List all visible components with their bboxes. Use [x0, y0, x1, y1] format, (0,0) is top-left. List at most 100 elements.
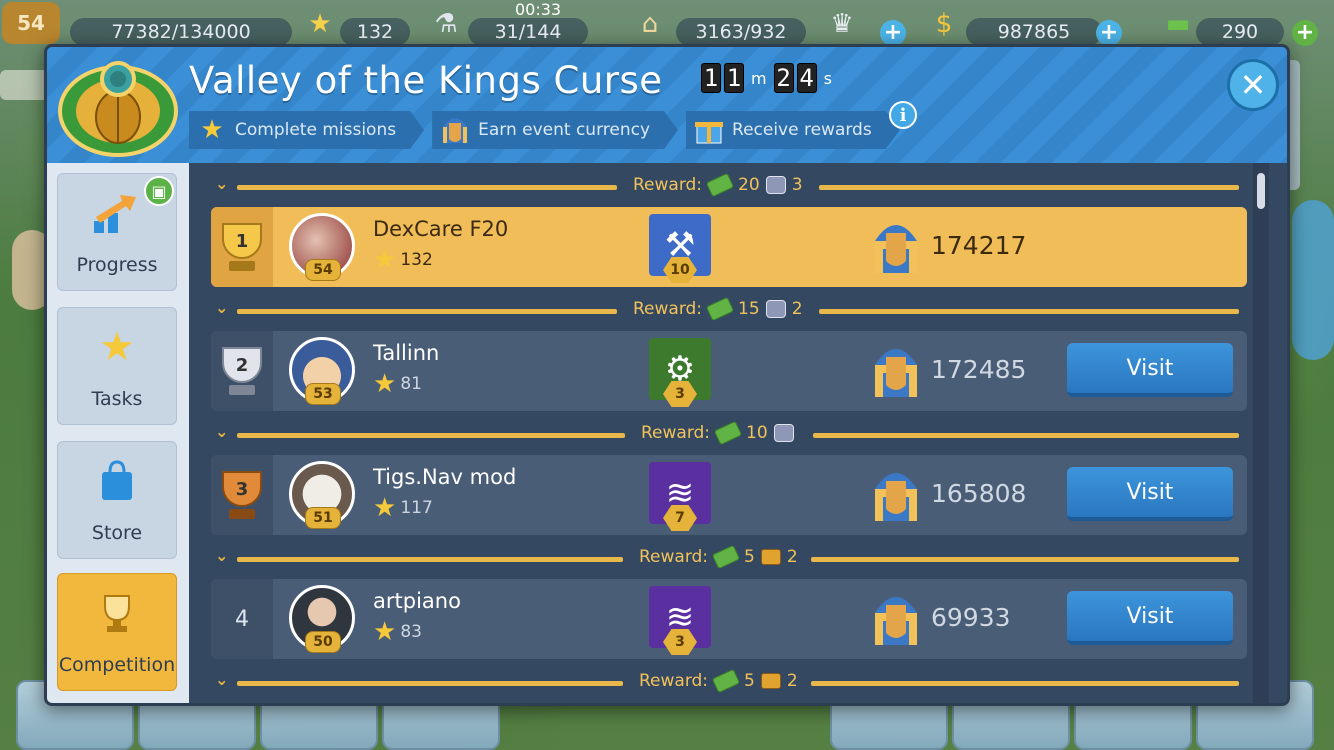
event-title: Valley of the Kings Curse — [189, 59, 663, 102]
player-level: 50 — [305, 631, 341, 653]
reward-divider: ⌄ Reward: 10 — [189, 419, 1269, 451]
banknote-icon — [705, 172, 735, 198]
timer-digit: 1 — [724, 63, 744, 93]
reward-prefix: Reward: — [633, 299, 703, 319]
chevron-down-icon[interactable]: ⌄ — [215, 174, 228, 193]
reward-label: Reward: 15 2 — [633, 296, 803, 322]
banknote-icon — [711, 668, 741, 694]
reward-line — [811, 557, 1239, 562]
rank-cell: 3 — [211, 455, 273, 535]
silver-trophy-icon: 2 — [219, 343, 265, 399]
timer-unit: m — [751, 68, 767, 88]
reward-divider: ⌄ Reward: 20 3 — [189, 171, 1269, 203]
rank-number: 1 — [235, 230, 249, 252]
sidebar-item-competition[interactable]: Competition — [57, 573, 177, 691]
reward-divider: ⌄ Reward: 15 2 — [189, 295, 1269, 327]
reward-line — [237, 557, 623, 562]
star-count: 117 — [400, 498, 433, 518]
leaderboard: ⌄ Reward: 20 3 1 54 DexCare F20 ★ 132 ⚒ … — [189, 163, 1287, 706]
sidebar-item-label: Tasks — [91, 388, 143, 410]
chevron-down-icon[interactable]: ⌄ — [215, 670, 228, 689]
banknote-icon — [711, 544, 741, 570]
chest-icon — [760, 549, 781, 565]
visit-button[interactable]: Visit — [1067, 467, 1233, 521]
visit-button[interactable]: Visit — [1067, 343, 1233, 397]
chevron-down-icon[interactable]: ⌄ — [215, 422, 228, 441]
population-icon: ⌂ — [641, 9, 659, 39]
trophy-icon — [87, 588, 147, 638]
reward-prefix: Reward: — [639, 671, 709, 691]
bucks-counter: 290 — [1196, 18, 1284, 46]
reward-label: Reward: 20 3 — [633, 172, 803, 198]
star-count: 81 — [400, 374, 422, 394]
info-button[interactable]: i — [889, 101, 917, 129]
add-coins-button[interactable]: + — [1096, 20, 1122, 46]
pharaoh-icon — [871, 587, 921, 649]
star-icon: ★ — [373, 245, 397, 275]
sidebar-item-store[interactable]: Store — [57, 441, 177, 559]
player-name: DexCare F20 — [373, 217, 509, 241]
close-icon: ✕ — [1239, 66, 1267, 104]
star-count: 132 — [400, 250, 433, 270]
leaderboard-row: 1 54 DexCare F20 ★ 132 ⚒ 10 174217 — [211, 207, 1247, 287]
reward-chests: 2 — [786, 671, 798, 691]
reward-prefix: Reward: — [639, 547, 709, 567]
add-population-button[interactable]: + — [880, 20, 906, 46]
player-level: 54 — [305, 259, 341, 281]
reward-line — [819, 309, 1239, 314]
star-icon: ★ — [99, 324, 135, 370]
event-timer: 1 1 m 2 4 s — [701, 63, 836, 93]
chevron-down-icon[interactable]: ⌄ — [215, 546, 228, 565]
visit-button[interactable]: Visit — [1067, 591, 1233, 645]
flask-counter: 31/144 — [468, 18, 588, 46]
event-score: 174217 — [931, 231, 1027, 260]
sidebar-item-tasks[interactable]: ★ Tasks — [57, 307, 177, 425]
star-icon: ★ — [373, 369, 397, 399]
rank-number: 2 — [235, 354, 249, 376]
pharaoh-icon — [871, 463, 921, 525]
reward-divider: ⌄ Reward: 5 2 — [189, 667, 1269, 699]
flask-value: 31/144 — [494, 21, 562, 43]
player-name: Tallinn — [373, 341, 440, 365]
pharaoh-icon — [871, 339, 921, 401]
star-icon: ★ — [373, 617, 397, 647]
reward-label: Reward: 5 2 — [639, 544, 798, 570]
event-score: 165808 — [931, 479, 1027, 508]
trophy-cup-icon — [765, 300, 786, 318]
chest-icon — [760, 673, 781, 689]
flask-icon: ⚗ — [434, 9, 458, 39]
rank-cell: 4 — [211, 579, 273, 659]
reward-prefix: Reward: — [641, 423, 711, 443]
coins-counter: 987865 — [966, 18, 1102, 46]
chevron-down-icon[interactable]: ⌄ — [215, 298, 228, 317]
player-name: artpiano — [373, 589, 461, 613]
add-bucks-button[interactable]: + — [1292, 20, 1318, 46]
leaderboard-row — [211, 703, 1247, 706]
reward-line — [819, 185, 1239, 190]
coins-value: 987865 — [997, 21, 1071, 43]
reward-chests: 2 — [786, 547, 798, 567]
reward-label: Reward: 10 — [641, 420, 800, 446]
info-icon: i — [899, 104, 907, 126]
stars-value: 132 — [356, 21, 394, 43]
step-receive-rewards: Receive rewards — [686, 111, 900, 149]
shopping-bag-icon — [87, 456, 147, 506]
close-button[interactable]: ✕ — [1227, 59, 1279, 111]
scarab-emblem-icon — [55, 53, 181, 159]
timer-digit: 1 — [701, 63, 721, 93]
clock: 00:33 — [515, 0, 562, 19]
reward-line — [811, 681, 1239, 686]
star-icon: ★ — [200, 115, 224, 145]
trophy-cup-icon — [765, 176, 786, 194]
stars-counter: 132 — [340, 18, 410, 46]
pharaoh-icon — [438, 113, 472, 147]
crown-icon: ♛ — [830, 9, 854, 39]
reward-cups: 3 — [791, 175, 803, 195]
sidebar-item-progress[interactable]: ▣ Progress — [57, 173, 177, 291]
player-level-badge[interactable]: 54 — [2, 2, 60, 44]
reward-label: Reward: 5 2 — [639, 668, 798, 694]
step-label: Receive rewards — [732, 120, 872, 140]
reward-cups: 2 — [791, 299, 803, 319]
gift-icon — [692, 113, 726, 147]
sidebar-item-label: Progress — [76, 254, 158, 276]
